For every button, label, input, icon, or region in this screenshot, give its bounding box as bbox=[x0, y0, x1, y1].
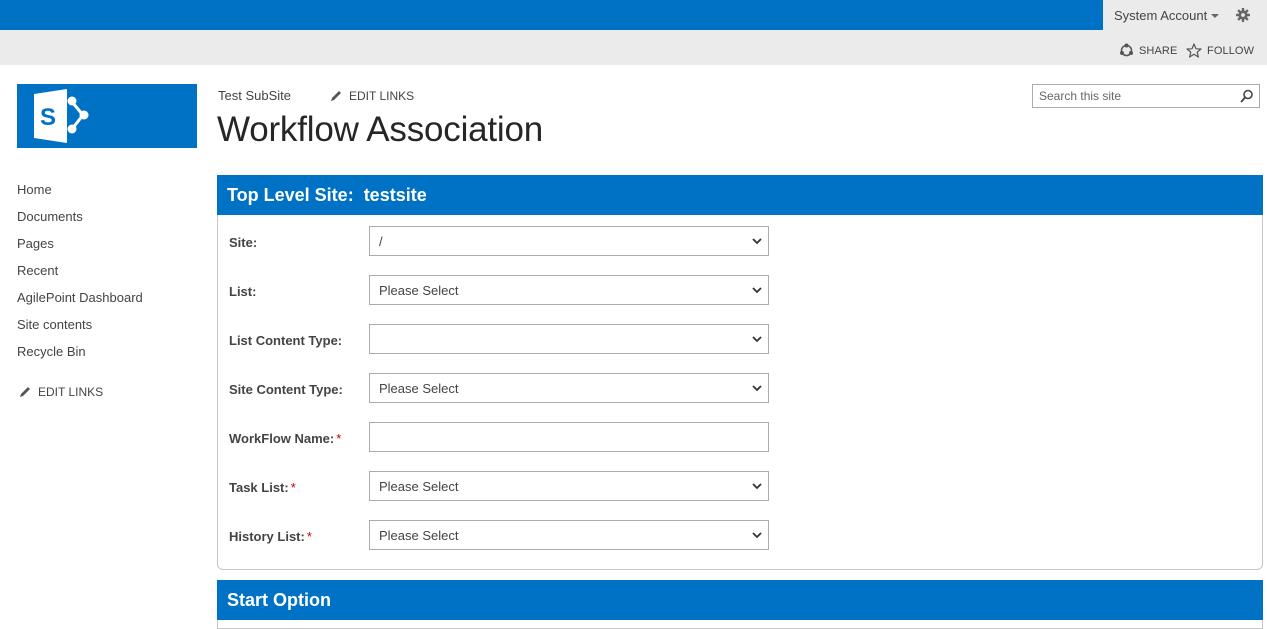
form-row-list: List: Please Select bbox=[218, 275, 1262, 305]
chevron-down-icon bbox=[752, 336, 762, 343]
chevron-down-icon bbox=[752, 483, 762, 490]
site-breadcrumb-link[interactable]: Test SubSite bbox=[218, 88, 291, 103]
edit-links-left-label: EDIT LINKS bbox=[38, 385, 104, 399]
nav-item-site-contents[interactable]: Site contents bbox=[17, 316, 197, 343]
follow-button[interactable]: FOLLOW bbox=[1186, 43, 1254, 58]
account-name[interactable]: System Account bbox=[1114, 8, 1207, 23]
start-option-panel-header: Start Option bbox=[217, 580, 1263, 620]
account-menu[interactable]: System Account bbox=[1103, 0, 1267, 30]
site-select-value: / bbox=[379, 233, 383, 249]
nav-item-agilepoint-dashboard[interactable]: AgilePoint Dashboard bbox=[17, 289, 197, 316]
form-row-list-content-type: List Content Type: bbox=[218, 324, 1262, 354]
chevron-down-icon bbox=[752, 238, 762, 245]
follow-label: FOLLOW bbox=[1207, 44, 1255, 57]
edit-links-left-button[interactable]: EDIT LINKS bbox=[19, 385, 103, 399]
association-panel-header: Top Level Site: testsite bbox=[217, 175, 1263, 215]
ribbon-row: SHARE FOLLOW bbox=[0, 30, 1267, 65]
chevron-down-icon bbox=[752, 385, 762, 392]
required-marker: * bbox=[290, 480, 296, 495]
suite-bar: System Account bbox=[0, 0, 1267, 30]
nav-item-recent[interactable]: Recent bbox=[17, 262, 197, 289]
edit-links-top-button[interactable]: EDIT LINKS bbox=[330, 89, 414, 103]
list-content-type-select[interactable] bbox=[369, 324, 769, 354]
site-select[interactable]: / bbox=[369, 226, 769, 256]
history-list-select-value: Please Select bbox=[379, 527, 459, 543]
workflow-name-input[interactable] bbox=[369, 422, 769, 452]
site-label: Site: bbox=[229, 235, 258, 250]
task-list-select[interactable]: Please Select bbox=[369, 471, 769, 501]
chevron-down-icon bbox=[752, 532, 762, 539]
search-icon[interactable] bbox=[1240, 89, 1254, 103]
nav-item-documents[interactable]: Documents bbox=[17, 208, 197, 235]
share-icon bbox=[1120, 43, 1133, 57]
form-row-task-list: Task List: * Please Select bbox=[218, 471, 1262, 501]
site-logo[interactable]: S bbox=[17, 84, 197, 148]
edit-links-top-label: EDIT LINKS bbox=[349, 89, 415, 103]
task-list-label: Task List: * bbox=[229, 480, 296, 495]
start-option-label: Start Option bbox=[227, 589, 331, 610]
star-icon bbox=[1186, 43, 1202, 58]
share-button[interactable]: SHARE bbox=[1119, 43, 1177, 58]
required-marker: * bbox=[306, 529, 312, 544]
nav-item-pages[interactable]: Pages bbox=[17, 235, 197, 262]
quick-launch-nav: Home Documents Pages Recent AgilePoint D… bbox=[17, 181, 197, 370]
form-row-site-content-type: Site Content Type: Please Select bbox=[218, 373, 1262, 403]
task-list-select-value: Please Select bbox=[379, 478, 459, 494]
nav-item-recycle-bin[interactable]: Recycle Bin bbox=[17, 343, 197, 370]
list-label: List: bbox=[229, 284, 257, 299]
share-label: SHARE bbox=[1139, 44, 1178, 57]
top-level-site-value: testsite bbox=[363, 184, 427, 205]
chevron-down-icon[interactable] bbox=[1211, 14, 1220, 18]
form-row-history-list: History List: * Please Select bbox=[218, 520, 1262, 550]
search-input[interactable] bbox=[1033, 85, 1233, 107]
association-panel: Top Level Site: testsite Site: / List: P… bbox=[217, 175, 1263, 570]
site-content-type-label: Site Content Type: bbox=[229, 382, 343, 397]
pencil-icon bbox=[331, 91, 341, 101]
page-title: Workflow Association bbox=[217, 110, 544, 149]
required-marker: * bbox=[336, 431, 342, 446]
history-list-select[interactable]: Please Select bbox=[369, 520, 769, 550]
chevron-down-icon bbox=[752, 287, 762, 294]
list-content-type-label: List Content Type: bbox=[229, 333, 343, 348]
form-row-site: Site: / bbox=[218, 226, 1262, 256]
form-row-workflow-name: WorkFlow Name: * bbox=[218, 422, 1262, 452]
list-select[interactable]: Please Select bbox=[369, 275, 769, 305]
list-select-value: Please Select bbox=[379, 282, 459, 298]
nav-item-home[interactable]: Home bbox=[17, 181, 197, 208]
history-list-label: History List: * bbox=[229, 529, 312, 544]
pencil-icon bbox=[20, 387, 30, 397]
top-level-site-label: Top Level Site: bbox=[227, 184, 354, 205]
site-content-type-select-value: Please Select bbox=[379, 380, 459, 396]
sharepoint-logo-icon: S bbox=[34, 89, 89, 143]
svg-text:S: S bbox=[40, 104, 56, 131]
gear-icon[interactable] bbox=[1235, 7, 1251, 23]
start-option-panel: Start Option bbox=[217, 580, 1263, 629]
workflow-name-label: WorkFlow Name: * bbox=[229, 431, 342, 446]
site-content-type-select[interactable]: Please Select bbox=[369, 373, 769, 403]
search-box[interactable] bbox=[1032, 84, 1260, 108]
